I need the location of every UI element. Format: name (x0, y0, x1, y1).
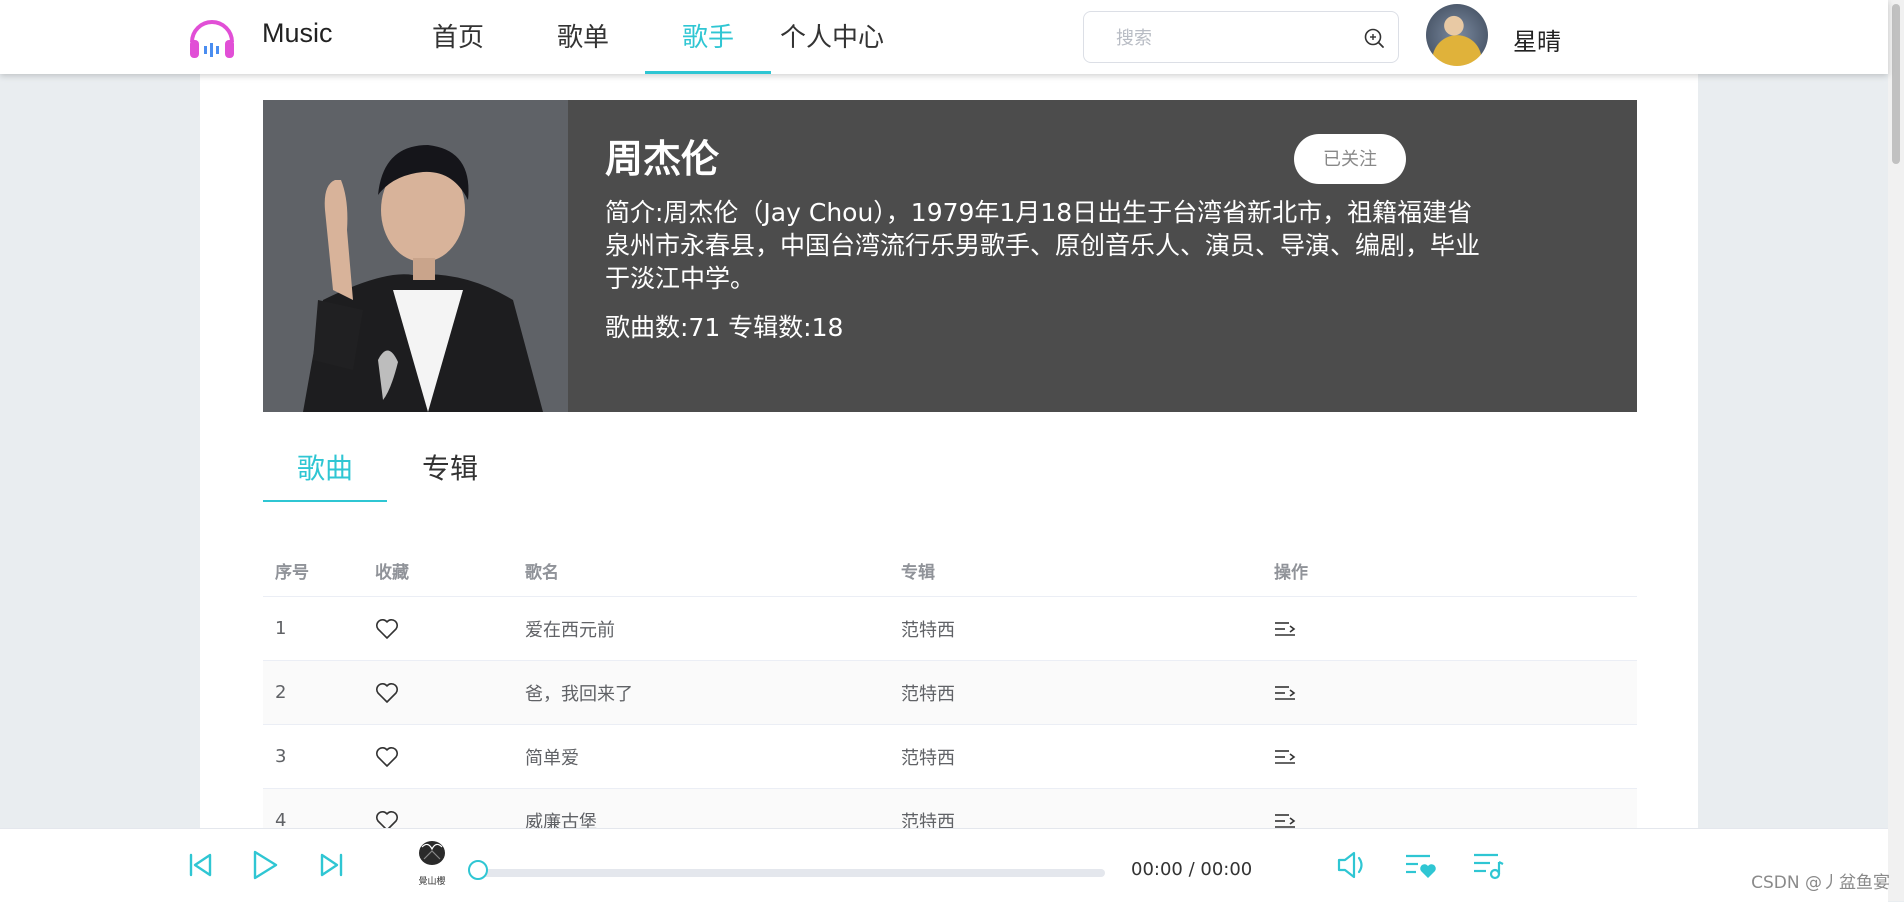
avatar[interactable] (1426, 4, 1488, 66)
table-header: 序号 收藏 歌名 专辑 操作 (263, 532, 1637, 597)
progress-knob[interactable] (468, 860, 488, 880)
top-header: Music 首页 歌单 歌手 个人中心 星晴 (0, 0, 1888, 74)
search-icon[interactable] (1363, 27, 1385, 49)
progress-track[interactable] (480, 869, 1105, 877)
col-favorite: 收藏 (375, 562, 409, 583)
page-scrollbar[interactable] (1888, 0, 1904, 901)
playlist-icon[interactable] (1470, 847, 1506, 883)
play-icon[interactable] (246, 847, 282, 883)
song-name[interactable]: 爱在西元前 (525, 597, 615, 660)
volume-icon[interactable] (1334, 847, 1370, 883)
heart-icon[interactable] (375, 661, 399, 724)
album-thumb-caption: 覺山櫻 (418, 877, 446, 887)
singer-name: 周杰伦 (605, 137, 720, 181)
username[interactable]: 星晴 (1513, 22, 1561, 57)
previous-icon[interactable] (182, 847, 218, 883)
search-box (1083, 11, 1399, 63)
singer-stats: 歌曲数:71 专辑数:18 (605, 313, 844, 342)
player-bar: 覺山櫻 00:00 / 00:00 (0, 828, 1888, 902)
row-index: 1 (275, 618, 287, 639)
singer-intro: 简介:周杰伦（Jay Chou），1979年1月18日出生于台湾省新北市，祖籍福… (605, 198, 1481, 293)
song-name[interactable]: 爸，我回来了 (525, 661, 633, 724)
nav-playlists[interactable]: 歌单 (543, 0, 623, 74)
song-table: 序号 收藏 歌名 专辑 操作 1 爱在西元前 范特西 2 爸，我回来了 范特西 … (263, 532, 1637, 853)
nav-home[interactable]: 首页 (418, 0, 498, 74)
add-to-playlist-icon[interactable] (1274, 725, 1296, 788)
table-row[interactable]: 2 爸，我回来了 范特西 (263, 661, 1637, 725)
song-album[interactable]: 范特西 (901, 725, 955, 788)
app-name: Music (262, 18, 333, 48)
nav-singers[interactable]: 歌手 (645, 0, 771, 74)
tab-songs[interactable]: 歌曲 (263, 436, 387, 502)
tab-albums[interactable]: 专辑 (410, 436, 490, 502)
singer-photo (263, 100, 568, 412)
table-row[interactable]: 1 爱在西元前 范特西 (263, 597, 1637, 661)
favorite-list-icon[interactable] (1402, 847, 1438, 883)
scrollbar-thumb[interactable] (1892, 4, 1900, 164)
heart-icon[interactable] (375, 597, 399, 660)
heart-icon[interactable] (375, 725, 399, 788)
nav-profile[interactable]: 个人中心 (780, 0, 884, 74)
next-icon[interactable] (314, 847, 350, 883)
singer-banner: 周杰伦 已关注 简介:周杰伦（Jay Chou），1979年1月18日出生于台湾… (263, 100, 1637, 412)
song-album[interactable]: 范特西 (901, 661, 955, 724)
row-index: 3 (275, 746, 287, 767)
song-name[interactable]: 简单爱 (525, 725, 579, 788)
add-to-playlist-icon[interactable] (1274, 597, 1296, 660)
playback-time: 00:00 / 00:00 (1131, 859, 1253, 880)
song-album[interactable]: 范特西 (901, 597, 955, 660)
row-index: 2 (275, 682, 287, 703)
col-actions: 操作 (1274, 562, 1308, 583)
table-row[interactable]: 3 简单爱 范特西 (263, 725, 1637, 789)
add-to-playlist-icon[interactable] (1274, 661, 1296, 724)
album-thumbnail[interactable]: 覺山櫻 (414, 839, 450, 887)
follow-button[interactable]: 已关注 (1294, 134, 1406, 184)
col-song-name: 歌名 (525, 562, 559, 583)
col-album: 专辑 (901, 562, 935, 583)
headphones-logo-icon[interactable] (186, 12, 238, 64)
watermark: CSDN @丿盆鱼宴 (1751, 873, 1890, 893)
search-input[interactable] (1114, 24, 1348, 52)
col-index: 序号 (275, 562, 309, 583)
